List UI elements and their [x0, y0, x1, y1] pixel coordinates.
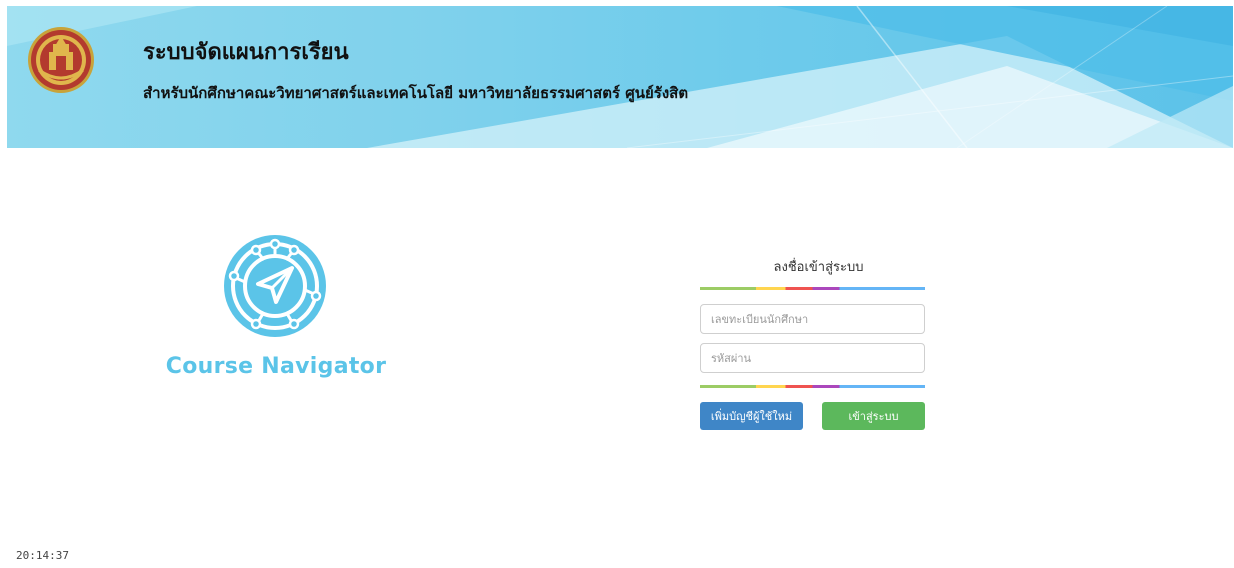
banner-background [7, 6, 1233, 148]
login-actions: เพิ่มบัญชีผู้ใช้ใหม่ เข้าสู่ระบบ [700, 402, 925, 430]
student-id-input[interactable] [700, 304, 925, 334]
page-title: ระบบจัดแผนการเรียน [143, 40, 349, 65]
page-subtitle: สำหรับนักศึกษาคณะวิทยาศาสตร์และเทคโนโลยี… [143, 84, 689, 102]
rainbow-divider [700, 385, 925, 388]
password-input[interactable] [700, 343, 925, 373]
rainbow-divider [700, 287, 925, 290]
compass-navigator-icon [224, 235, 326, 337]
login-title: ลงชื่อเข้าสู่ระบบ [773, 260, 864, 275]
course-navigator-logo: Course Navigator [160, 232, 392, 392]
add-account-button[interactable]: เพิ่มบัญชีผู้ใช้ใหม่ [700, 402, 803, 430]
login-button[interactable]: เข้าสู่ระบบ [822, 402, 925, 430]
login-form: ลงชื่อเข้าสู่ระบบ เพิ่มบัญชีผู้ใช้ใหม่ เ… [700, 256, 925, 430]
logo-text: Course Navigator [165, 354, 387, 379]
header-banner: ระบบจัดแผนการเรียน สำหรับนักศึกษาคณะวิทย… [7, 6, 1233, 148]
university-seal-icon [27, 26, 95, 94]
clock-text: 20:14:37 [16, 549, 69, 562]
